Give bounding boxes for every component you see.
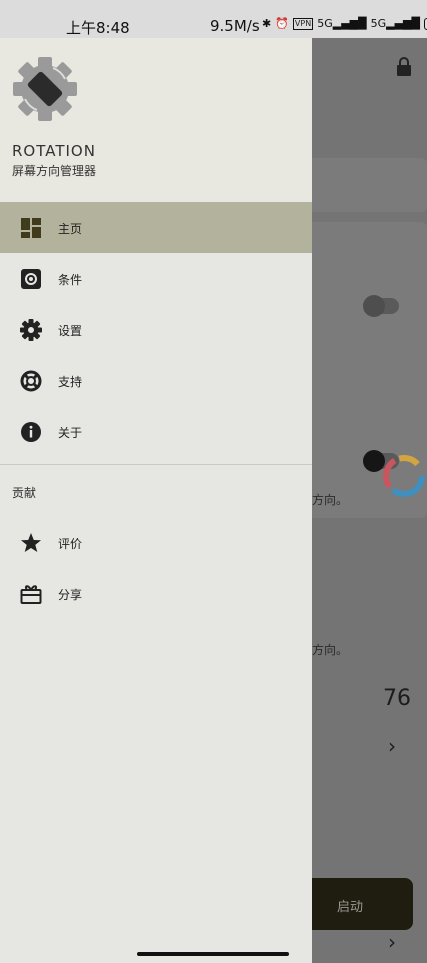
- background-text: 方向。: [312, 643, 349, 657]
- app-subtitle: 屏幕方向管理器: [12, 164, 97, 178]
- info-icon: [21, 422, 41, 442]
- bluetooth-icon: ✱: [262, 17, 272, 30]
- app-logo-icon: [13, 57, 77, 121]
- start-button[interactable]: 启动: [300, 878, 413, 930]
- drawer-item-conditions[interactable]: 条件: [0, 253, 312, 304]
- status-icons: ✱ ⏰ VPN 5G▂▄▆█ 5G▂▄▆█ 56: [262, 17, 427, 30]
- status-time: 上午8:48: [66, 19, 130, 37]
- section-title-contribute: 贡献: [12, 486, 37, 500]
- drawer-item-share[interactable]: 分享: [0, 568, 312, 619]
- drawer-item-label: 设置: [58, 324, 83, 338]
- drawer-item-label: 条件: [58, 273, 83, 287]
- gear-icon: [20, 319, 42, 341]
- lifebuoy-icon: [20, 370, 42, 392]
- drawer-item-rate[interactable]: 评价: [0, 517, 312, 568]
- home-indicator[interactable]: [137, 952, 289, 956]
- background-card: [300, 158, 427, 212]
- app-name: ROTATION: [12, 142, 96, 160]
- chevron-right-icon[interactable]: ›: [388, 734, 396, 758]
- drawer-item-home[interactable]: 主页: [0, 202, 312, 253]
- start-button-label: 启动: [337, 900, 364, 915]
- gift-icon: [20, 585, 42, 604]
- chevron-right-icon[interactable]: ›: [388, 930, 396, 954]
- drawer-divider: [0, 464, 312, 465]
- drawer-item-label: 主页: [58, 222, 83, 236]
- status-bar: 上午8:48 9.5M/s ✱ ⏰ VPN 5G▂▄▆█ 5G▂▄▆█ 56: [0, 0, 427, 38]
- background-number: 76: [383, 686, 411, 711]
- drawer-header: ROTATION 屏幕方向管理器: [0, 38, 312, 201]
- background-toggle[interactable]: [363, 295, 399, 317]
- drawer-item-about[interactable]: 关于: [0, 406, 312, 457]
- drawer-item-settings[interactable]: 设置: [0, 304, 312, 355]
- drawer-item-label: 评价: [58, 537, 83, 551]
- navigation-drawer: ROTATION 屏幕方向管理器 主页 条件 设置 支持 关于 贡献 评价 分享: [0, 38, 312, 963]
- alarm-icon: ⏰: [275, 17, 289, 30]
- drawer-item-label: 关于: [58, 426, 83, 440]
- drawer-item-label: 支持: [58, 375, 83, 389]
- drawer-item-support[interactable]: 支持: [0, 355, 312, 406]
- vpn-icon: VPN: [292, 17, 314, 30]
- background-text: 方向。: [312, 493, 349, 507]
- signal-5g-icon: 5G▂▄▆█: [370, 17, 420, 30]
- dashboard-icon: [21, 218, 41, 238]
- signal-label: 5G: [370, 17, 387, 30]
- condition-icon: [21, 269, 41, 289]
- signal-5g-icon: 5G▂▄▆█: [317, 17, 367, 30]
- drawer-item-label: 分享: [58, 588, 83, 602]
- lock-icon[interactable]: [395, 57, 413, 77]
- loading-ring-icon: [383, 455, 425, 497]
- status-speed: 9.5M/s: [210, 17, 260, 35]
- star-icon: [21, 533, 41, 552]
- signal-label: 5G: [317, 17, 333, 30]
